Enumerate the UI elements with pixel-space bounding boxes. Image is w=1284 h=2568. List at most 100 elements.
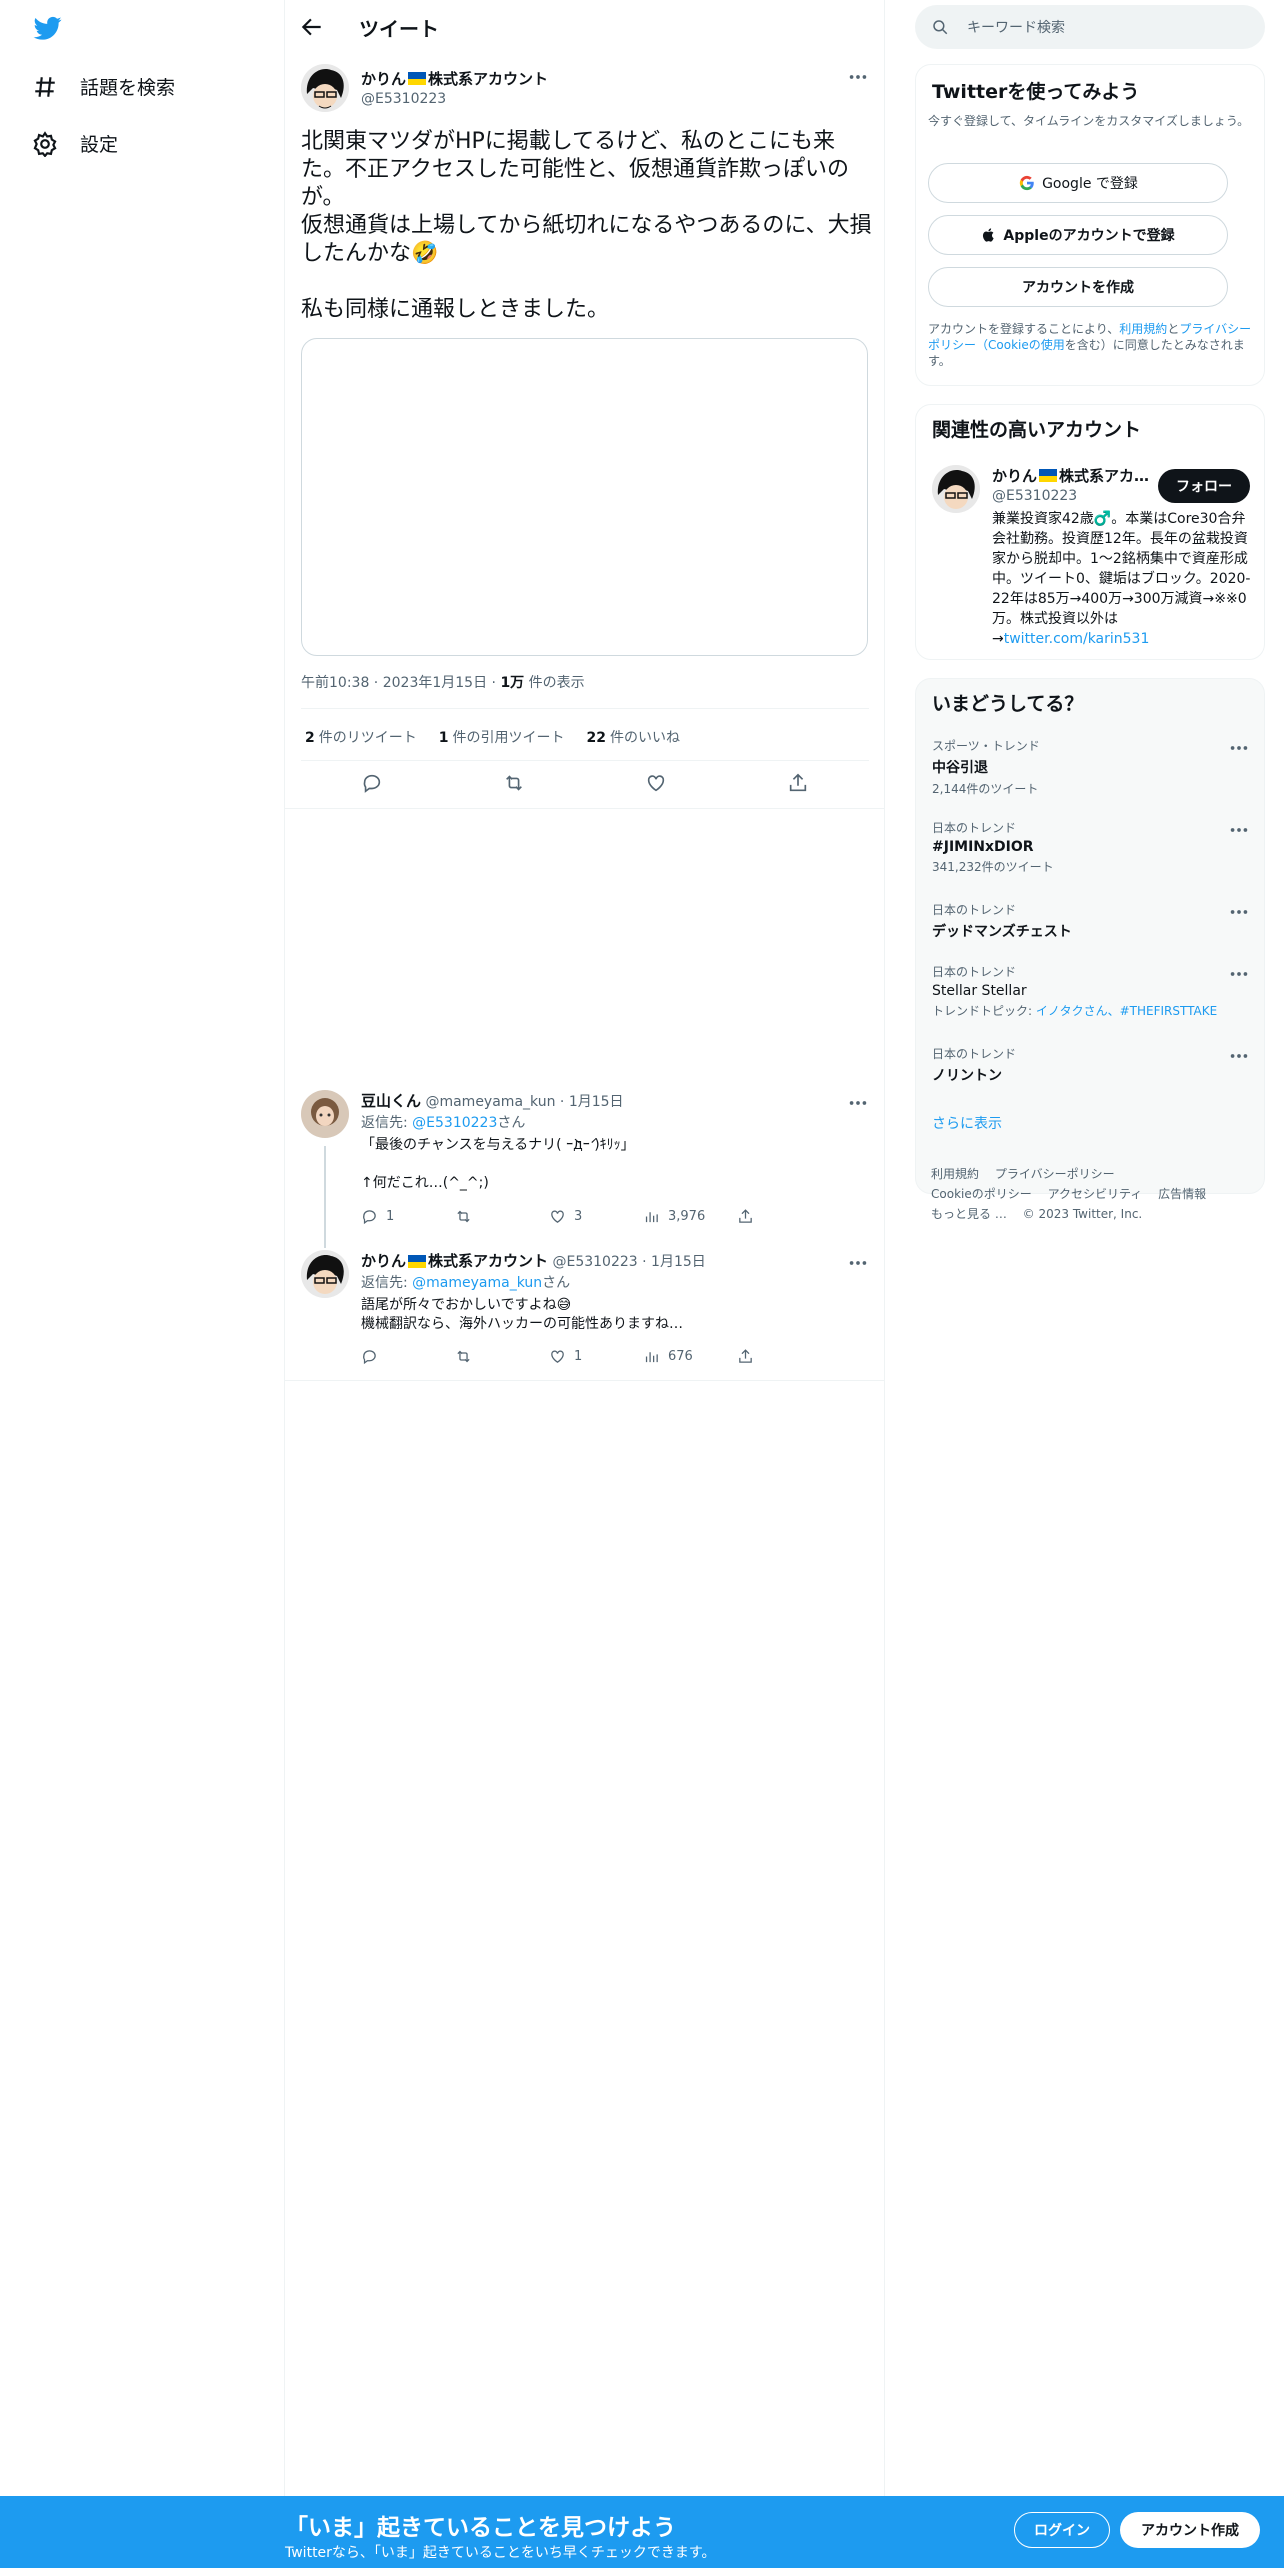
retweet-icon <box>457 1350 470 1363</box>
ukraine-flag-icon <box>1039 469 1058 482</box>
author-handle[interactable]: @E5310223 <box>361 91 548 107</box>
related-bio: 兼業投資家42歳♂️。本業はCore30合弁会社勤務。投資歴12年。長年の盆栽投… <box>992 511 1251 647</box>
reply-date[interactable]: 1月15日 <box>569 1094 624 1110</box>
reply-avatar[interactable] <box>301 1090 349 1138</box>
more-options-icon[interactable] <box>1228 963 1250 985</box>
footer-ads-info[interactable]: 広告情報 <box>1158 1187 1206 1201</box>
footer-cookies[interactable]: Cookieのポリシー <box>931 1187 1032 1201</box>
follow-button[interactable]: フォロー <box>1158 469 1250 503</box>
related-name: かりん 株式系アカ… <box>992 467 1150 485</box>
trend-item[interactable]: 日本のトレンド Stellar Stellar トレンドトピック: イノタクさん… <box>932 963 1250 1019</box>
retweet-button[interactable] <box>455 1208 549 1225</box>
more-options-icon[interactable] <box>1228 819 1250 841</box>
tweet-actions <box>301 772 869 794</box>
trend-item[interactable]: スポーツ・トレンド 中谷引退 2,144件のツイート <box>932 737 1250 797</box>
views-button[interactable]: 676 <box>643 1348 737 1365</box>
reply-actions: 1 676 <box>361 1348 831 1365</box>
tweet-media-card[interactable] <box>301 338 868 656</box>
related-avatar[interactable] <box>932 465 980 513</box>
more-options-icon[interactable] <box>1228 1045 1250 1067</box>
signup-button[interactable]: アカウント作成 <box>1120 2512 1260 2548</box>
related-handle: @E5310223 <box>992 488 1078 504</box>
like-button[interactable]: 3 <box>549 1208 643 1225</box>
reply-icon[interactable] <box>361 772 383 794</box>
tweet-text: 北関東マツダがHPに掲載してるけど、私のとこにも来た。不正アクセスした可能性と、… <box>301 129 872 322</box>
views-count: 1万 <box>500 675 525 691</box>
reply-body: 豆山くん @mameyama_kun · 1月15日 返信先: @E531022… <box>361 1092 861 1193</box>
twitter-logo-icon[interactable] <box>32 14 64 42</box>
replying-to-link[interactable]: @mameyama_kun <box>412 1275 542 1291</box>
page-title: ツイート <box>359 17 439 41</box>
search-box[interactable]: キーワード検索 <box>915 5 1265 49</box>
create-account-button[interactable]: アカウントを作成 <box>928 267 1228 307</box>
reply-author-name[interactable]: かりん 株式系アカウント <box>361 1252 548 1271</box>
left-sidebar: 話題を検索 設定 <box>0 0 285 2496</box>
ukraine-flag-icon <box>408 1255 427 1268</box>
trend-item[interactable]: 日本のトレンド デッドマンズチェスト <box>932 901 1250 941</box>
google-signup-button[interactable]: Google で登録 <box>928 163 1228 203</box>
like-button[interactable]: 1 <box>549 1348 643 1365</box>
show-more-link[interactable]: さらに表示 <box>932 1113 1002 1133</box>
author-name[interactable]: かりん 株式系アカウント <box>361 68 548 89</box>
reply-button[interactable]: 1 <box>361 1208 455 1225</box>
tweet-date[interactable]: 2023年1月15日 <box>383 675 487 691</box>
tweet-stats: 2 件のリツイート 1 件の引用ツイート 22 件のいいね <box>305 727 680 747</box>
reply-handle[interactable]: @mameyama_kun <box>425 1094 555 1110</box>
like-icon[interactable] <box>645 772 667 794</box>
thread-line <box>324 1146 326 1248</box>
trend-item[interactable]: 日本のトレンド #JIMINxDIOR 341,232件のツイート <box>932 819 1250 875</box>
footer-privacy[interactable]: プライバシーポリシー <box>995 1167 1115 1181</box>
more-options-icon[interactable] <box>847 1092 869 1114</box>
bio-link[interactable]: twitter.com/karin531 <box>1004 631 1150 647</box>
nav-explore[interactable]: 話題を検索 <box>32 73 175 100</box>
apple-signup-button[interactable]: Appleのアカウントで登録 <box>928 215 1228 255</box>
footer-terms[interactable]: 利用規約 <box>931 1167 979 1181</box>
retweet-button[interactable] <box>455 1348 549 1365</box>
quotes-stat[interactable]: 1 件の引用ツイート <box>439 727 565 747</box>
replying-to: 返信先: @mameyama_kunさん <box>361 1275 571 1291</box>
reply-icon <box>363 1350 376 1365</box>
more-options-icon[interactable] <box>1228 737 1250 759</box>
footer-accessibility[interactable]: アクセシビリティ <box>1048 1187 1143 1201</box>
google-icon <box>1019 175 1034 191</box>
gear-icon <box>33 130 57 157</box>
footer-more[interactable]: もっと見る … <box>931 1207 1007 1221</box>
share-icon <box>739 1349 752 1363</box>
trends-title: いまどうしてる？ <box>932 693 1084 715</box>
trend-item[interactable]: 日本のトレンド ノリントン <box>932 1045 1250 1085</box>
related-account[interactable]: かりん 株式系アカ… @E5310223 <box>992 465 1149 504</box>
reply-date[interactable]: 1月15日 <box>651 1254 706 1270</box>
more-options-icon[interactable] <box>1228 901 1250 923</box>
views-button[interactable]: 3,976 <box>643 1208 737 1225</box>
more-options-icon[interactable] <box>847 1252 869 1274</box>
reply-button[interactable] <box>361 1348 455 1365</box>
reply-author-name[interactable]: 豆山くん <box>361 1092 421 1111</box>
replying-to: 返信先: @E5310223さん <box>361 1115 526 1131</box>
login-button[interactable]: ログイン <box>1014 2512 1110 2548</box>
analytics-icon <box>645 1352 658 1363</box>
signup-subtitle: 今すぐ登録して、タイムラインをカスタマイズしましょう。 <box>928 114 1250 128</box>
likes-stat[interactable]: 22 件のいいね <box>587 727 680 747</box>
hashtag-icon <box>35 76 55 97</box>
more-options-icon[interactable] <box>847 66 869 88</box>
share-icon[interactable] <box>787 772 809 794</box>
reply-handle[interactable]: @E5310223 <box>552 1254 637 1270</box>
nav-settings[interactable]: 設定 <box>32 130 118 157</box>
trend-topics-link[interactable]: イノタクさん、#THEFIRSTTAKE <box>1036 1004 1217 1018</box>
divider <box>285 808 885 809</box>
share-button[interactable] <box>737 1208 831 1225</box>
replying-to-link[interactable]: @E5310223 <box>412 1115 497 1131</box>
search-input[interactable]: キーワード検索 <box>967 17 1065 37</box>
share-button[interactable] <box>737 1348 831 1365</box>
terms-link[interactable]: 利用規約 <box>1119 322 1167 336</box>
author-avatar[interactable] <box>301 64 349 112</box>
back-arrow-icon[interactable] <box>299 14 325 40</box>
reply-text: 語尾が所々でおかしいですよね😅 機械翻訳なら、海外ハッカーの可能性ありますね… <box>361 1297 683 1332</box>
reply-avatar[interactable] <box>301 1250 349 1298</box>
retweet-icon[interactable] <box>503 772 525 794</box>
ukraine-flag-icon <box>408 72 427 85</box>
retweets-stat[interactable]: 2 件のリツイート <box>305 727 417 747</box>
tweet-time[interactable]: 午前10:38 <box>301 675 369 691</box>
share-icon <box>739 1209 752 1223</box>
like-icon <box>551 1210 564 1223</box>
